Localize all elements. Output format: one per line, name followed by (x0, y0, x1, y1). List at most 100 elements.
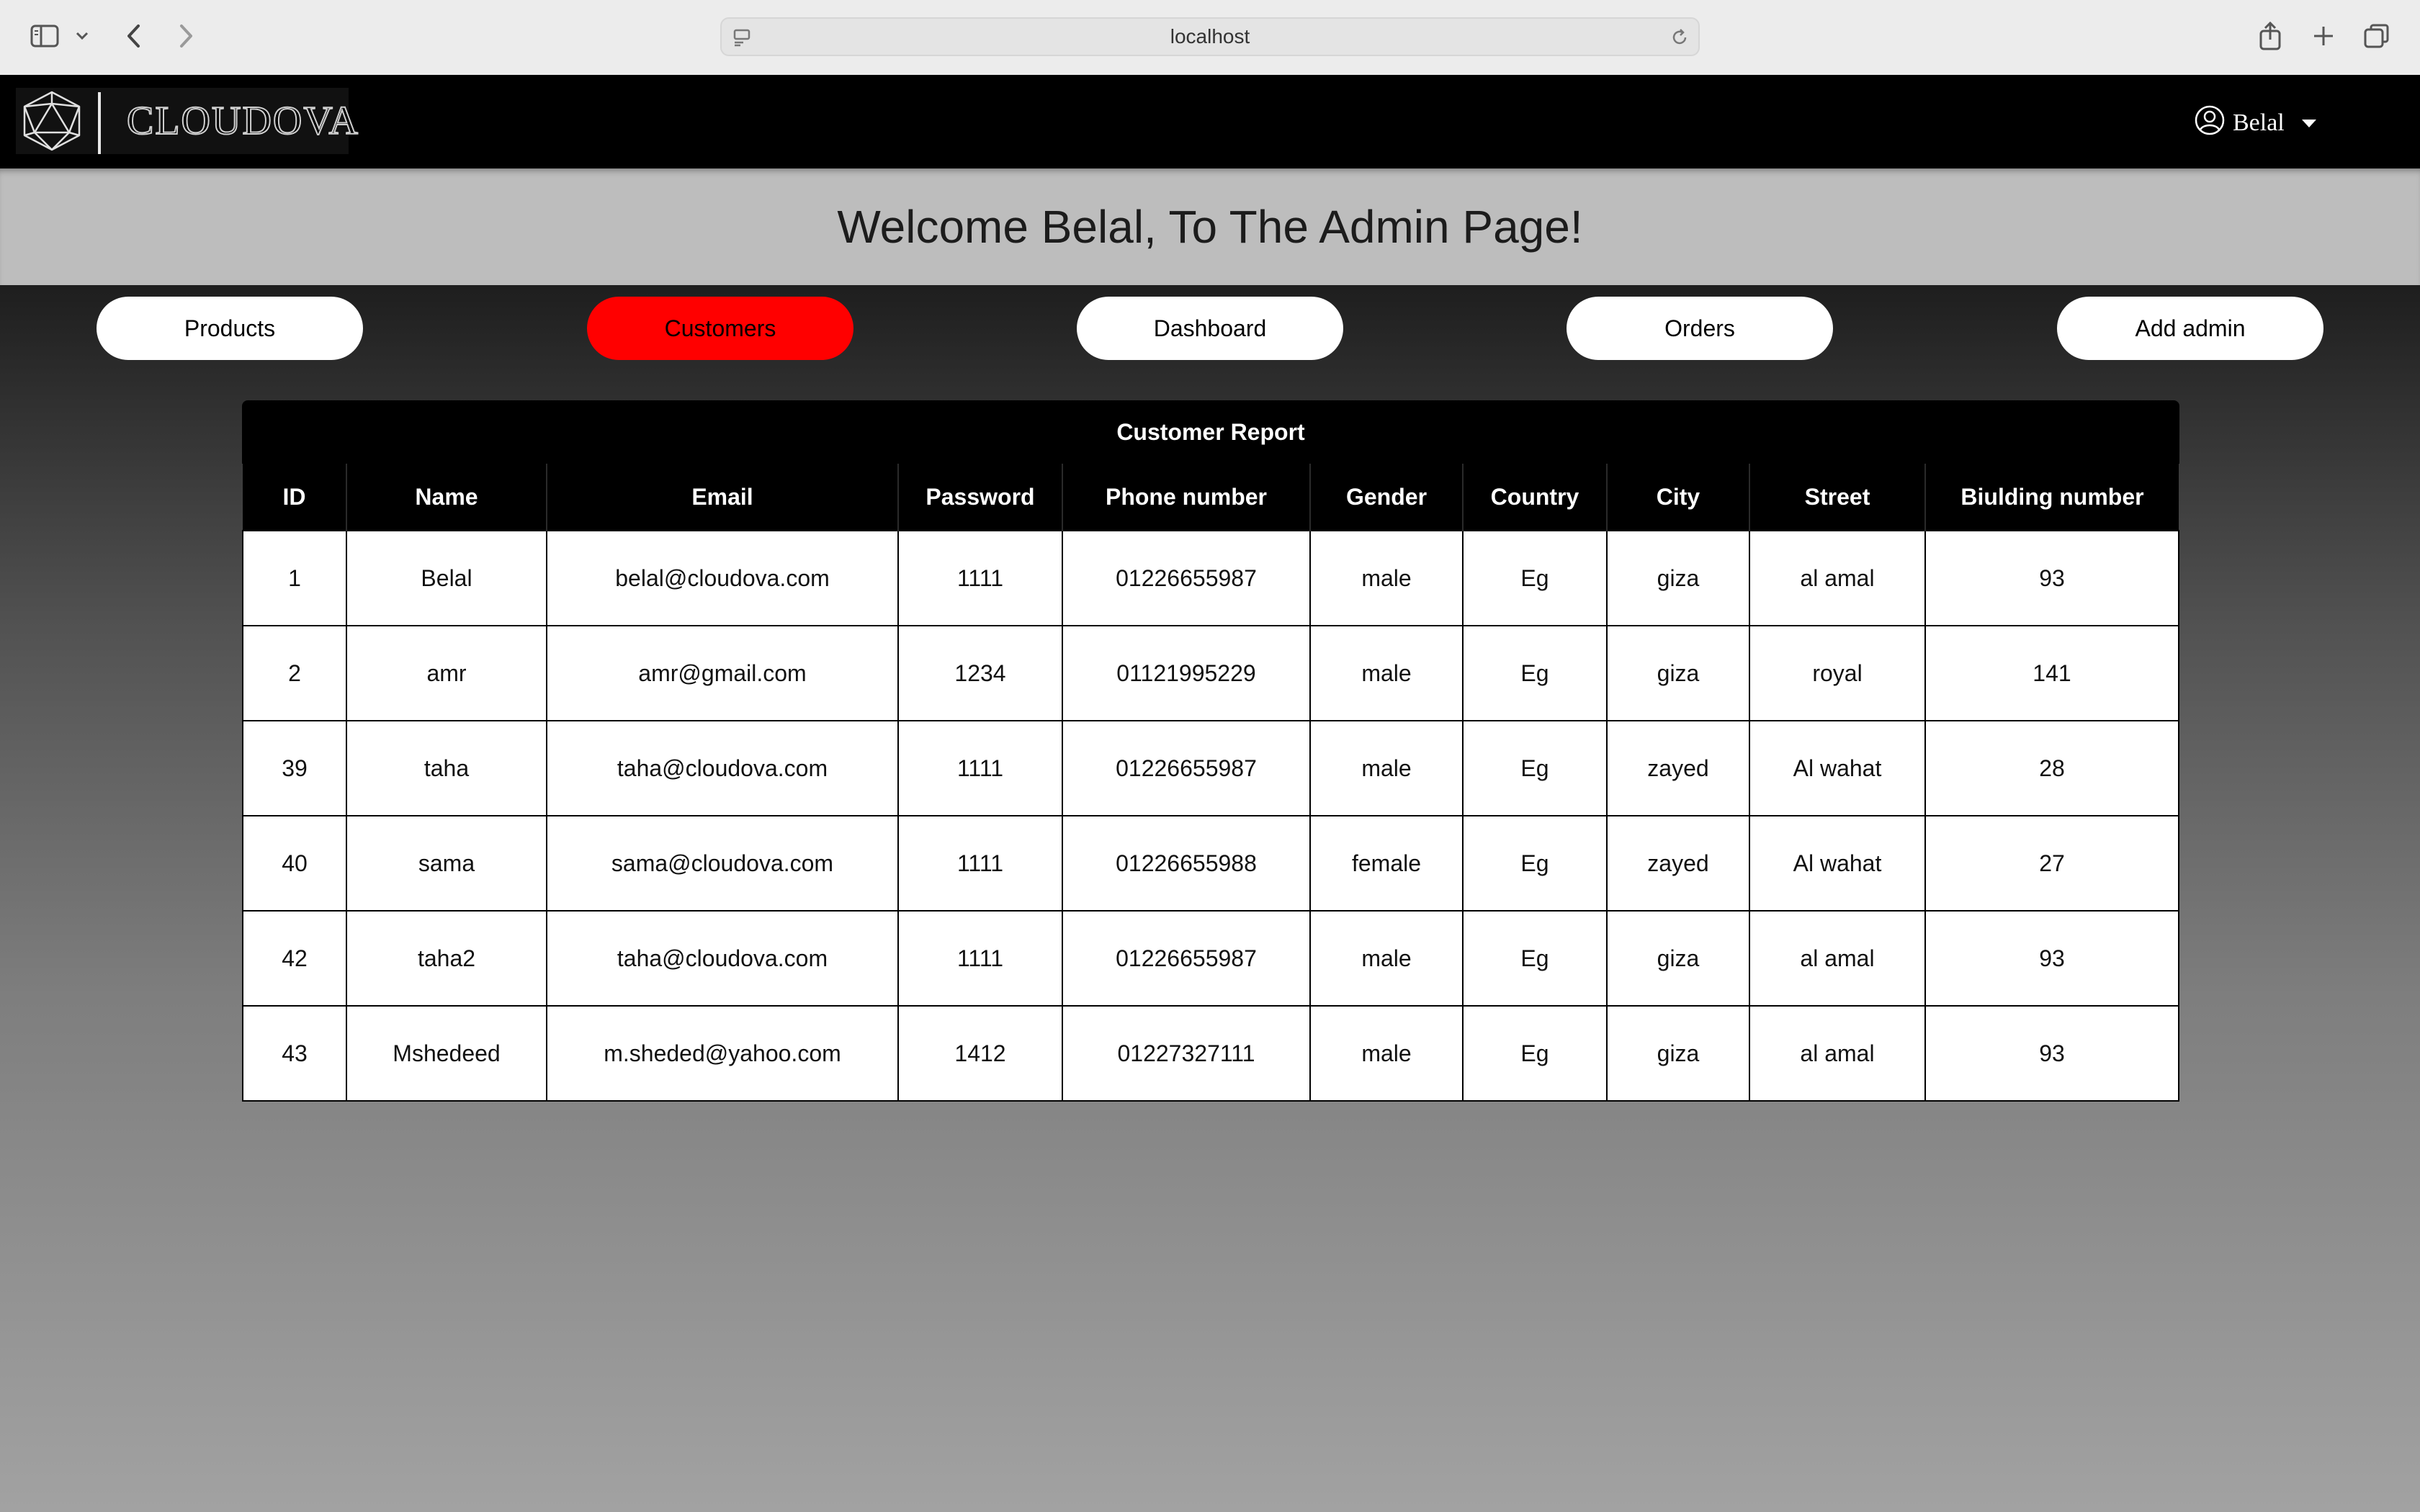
back-arrow-icon[interactable] (120, 16, 148, 56)
cell-gender: male (1309, 720, 1464, 816)
table-row: 1 Belal belal@cloudova.com 1111 01226655… (242, 530, 2179, 626)
customer-report-table: Customer Report ID Name Email Password P… (242, 400, 2179, 1102)
cell-phone: 01226655987 (1062, 910, 1311, 1007)
chevron-down-icon[interactable] (72, 16, 92, 56)
main-content: Products Customers Dashboard Orders Add … (0, 285, 2420, 1512)
dashboard-button[interactable]: Dashboard (1077, 297, 1343, 360)
caret-down-icon (2301, 119, 2316, 127)
table-row: 39 taha taha@cloudova.com 1111 012266559… (242, 720, 2179, 816)
brand-logo[interactable]: CLOUDOVA (16, 88, 359, 154)
cell-id: 39 (242, 720, 347, 816)
products-button[interactable]: Products (97, 297, 363, 360)
cell-password: 1111 (897, 530, 1063, 626)
cell-id: 43 (242, 1005, 347, 1102)
icosahedron-logo-icon (17, 88, 86, 158)
cell-country: Eg (1462, 720, 1608, 816)
cell-city: zayed (1606, 720, 1750, 816)
cell-gender: male (1309, 1005, 1464, 1102)
cell-password: 1234 (897, 625, 1063, 721)
user-dropdown[interactable]: Belal (2194, 104, 2316, 143)
reload-icon[interactable] (1670, 27, 1690, 51)
cell-phone: 01121995229 (1062, 625, 1311, 721)
table-caption: Customer Report (242, 400, 2179, 464)
column-header-street: Street (1749, 464, 1925, 531)
column-header-gender: Gender (1309, 464, 1463, 531)
browser-toolbar: localhost (0, 0, 2420, 76)
cell-country: Eg (1462, 625, 1608, 721)
cell-building: 93 (1924, 910, 2179, 1007)
cell-name: taha (346, 720, 547, 816)
cell-building: 27 (1924, 815, 2179, 912)
cell-name: taha2 (346, 910, 547, 1007)
table-header-row: ID Name Email Password Phone number Gend… (243, 464, 2179, 531)
cell-city: giza (1606, 530, 1750, 626)
cell-password: 1111 (897, 815, 1063, 912)
cell-city: giza (1606, 910, 1750, 1007)
brand-name: CLOUDOVA (126, 98, 359, 144)
cell-id: 2 (242, 625, 347, 721)
cell-city: zayed (1606, 815, 1750, 912)
column-header-city: City (1606, 464, 1749, 531)
customers-button[interactable]: Customers (587, 297, 853, 360)
cell-gender: female (1309, 815, 1464, 912)
page-title: Welcome Belal, To The Admin Page! (837, 201, 1583, 253)
cell-name: Belal (346, 530, 547, 626)
cell-email: amr@gmail.com (546, 625, 899, 721)
column-header-building: Biulding number (1924, 464, 2179, 531)
table-row: 43 Mshedeed m.sheded@yahoo.com 1412 0122… (242, 1005, 2179, 1102)
cell-id: 40 (242, 815, 347, 912)
share-icon[interactable] (2256, 16, 2285, 56)
table-row: 2 amr amr@gmail.com 1234 01121995229 mal… (242, 625, 2179, 721)
cell-country: Eg (1462, 815, 1608, 912)
site-header: CLOUDOVA Belal (0, 75, 2420, 168)
cell-city: giza (1606, 1005, 1750, 1102)
cell-phone: 01226655987 (1062, 720, 1311, 816)
cell-password: 1412 (897, 1005, 1063, 1102)
cell-id: 42 (242, 910, 347, 1007)
cell-street: Al wahat (1749, 720, 1926, 816)
cell-gender: male (1309, 910, 1464, 1007)
cell-email: taha@cloudova.com (546, 720, 899, 816)
column-header-country: Country (1462, 464, 1607, 531)
cell-street: al amal (1749, 910, 1926, 1007)
welcome-banner: Welcome Belal, To The Admin Page! (0, 168, 2420, 285)
cell-country: Eg (1462, 910, 1608, 1007)
cell-building: 93 (1924, 1005, 2179, 1102)
cell-email: belal@cloudova.com (546, 530, 899, 626)
plus-icon[interactable] (2309, 16, 2338, 56)
cell-password: 1111 (897, 910, 1063, 1007)
forward-arrow-icon[interactable] (171, 16, 200, 56)
column-header-password: Password (897, 464, 1062, 531)
cell-email: taha@cloudova.com (546, 910, 899, 1007)
column-header-email: Email (546, 464, 898, 531)
cell-building: 141 (1924, 625, 2179, 721)
cell-name: Mshedeed (346, 1005, 547, 1102)
cell-street: Al wahat (1749, 815, 1926, 912)
cell-country: Eg (1462, 1005, 1608, 1102)
cell-name: sama (346, 815, 547, 912)
table-row: 40 sama sama@cloudova.com 1111 012266559… (242, 815, 2179, 912)
sidebar-icon[interactable] (27, 16, 62, 56)
cell-password: 1111 (897, 720, 1063, 816)
cell-id: 1 (242, 530, 347, 626)
cell-phone: 01226655988 (1062, 815, 1311, 912)
tabs-overview-icon[interactable] (2362, 16, 2391, 56)
column-header-name: Name (346, 464, 547, 531)
url-text: localhost (1170, 25, 1250, 48)
add-admin-button[interactable]: Add admin (2057, 297, 2323, 360)
cell-name: amr (346, 625, 547, 721)
cell-email: sama@cloudova.com (546, 815, 899, 912)
cell-country: Eg (1462, 530, 1608, 626)
cell-phone: 01227327111 (1062, 1005, 1311, 1102)
cell-building: 28 (1924, 720, 2179, 816)
table-row: 42 taha2 taha@cloudova.com 1111 01226655… (242, 910, 2179, 1007)
logo-divider (98, 92, 101, 154)
cell-email: m.sheded@yahoo.com (546, 1005, 899, 1102)
cell-gender: male (1309, 530, 1464, 626)
user-name: Belal (2233, 109, 2285, 136)
address-bar[interactable]: localhost (720, 17, 1700, 56)
orders-button[interactable]: Orders (1567, 297, 1833, 360)
cell-street: al amal (1749, 1005, 1926, 1102)
column-header-phone: Phone number (1062, 464, 1310, 531)
cell-phone: 01226655987 (1062, 530, 1311, 626)
